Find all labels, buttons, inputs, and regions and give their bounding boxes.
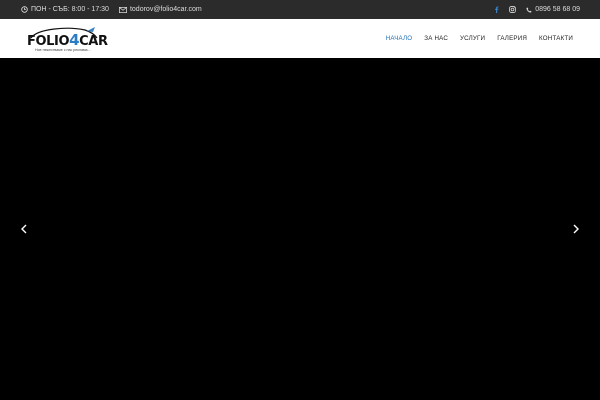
business-hours-text: ПОН - СЪБ: 8:00 - 17:30 bbox=[31, 6, 109, 13]
top-bar-contact: ПОН - СЪБ: 8:00 - 17:30 todorov@folio4ca… bbox=[21, 6, 202, 13]
top-bar: ПОН - СЪБ: 8:00 - 17:30 todorov@folio4ca… bbox=[0, 0, 600, 19]
business-hours: ПОН - СЪБ: 8:00 - 17:30 bbox=[21, 6, 109, 13]
main-nav: НАЧАЛО ЗА НАС УСЛУГИ ГАЛЕРИЯ КОНТАКТИ bbox=[374, 35, 573, 42]
nav-item-home[interactable]: НАЧАЛО bbox=[386, 35, 413, 42]
instagram-link[interactable] bbox=[509, 6, 517, 13]
nav-item-about[interactable]: ЗА НАС bbox=[424, 35, 448, 42]
mail-icon bbox=[119, 6, 127, 13]
slider-next-button[interactable] bbox=[570, 222, 582, 236]
logo-word-4: 4 bbox=[69, 30, 80, 49]
phone-icon bbox=[526, 6, 532, 13]
top-bar-social: 0896 58 68 09 bbox=[494, 6, 580, 13]
phone-number[interactable]: 0896 58 68 09 bbox=[535, 6, 580, 13]
logo-word-car: CAR bbox=[79, 33, 108, 49]
nav-item-services[interactable]: УСЛУГИ bbox=[460, 35, 485, 42]
nav-item-gallery[interactable]: ГАЛЕРИЯ bbox=[497, 35, 527, 42]
nav-item-contacts[interactable]: КОНТАКТИ bbox=[539, 35, 573, 42]
logo-wordmark: FOLIO4CAR bbox=[27, 30, 108, 49]
logo-word-folio: FOLIO bbox=[27, 33, 70, 49]
phone-link[interactable]: 0896 58 68 09 bbox=[526, 6, 580, 13]
clock-icon bbox=[21, 6, 28, 13]
slider-prev-button[interactable] bbox=[18, 222, 30, 236]
logo-mark: FOLIO4CAR bbox=[27, 26, 108, 48]
facebook-icon[interactable] bbox=[494, 6, 499, 13]
email-text[interactable]: todorov@folio4car.com bbox=[130, 6, 202, 13]
chevron-left-icon bbox=[21, 224, 27, 234]
site-header: FOLIO4CAR Ние нежестваме с нас реклама..… bbox=[0, 19, 600, 58]
site-logo[interactable]: FOLIO4CAR Ние нежестваме с нас реклама..… bbox=[27, 26, 108, 52]
email-link[interactable]: todorov@folio4car.com bbox=[119, 6, 202, 13]
instagram-icon[interactable] bbox=[509, 6, 517, 13]
chevron-right-icon bbox=[573, 224, 579, 234]
facebook-link[interactable] bbox=[494, 6, 499, 13]
hero-slider bbox=[0, 58, 600, 400]
